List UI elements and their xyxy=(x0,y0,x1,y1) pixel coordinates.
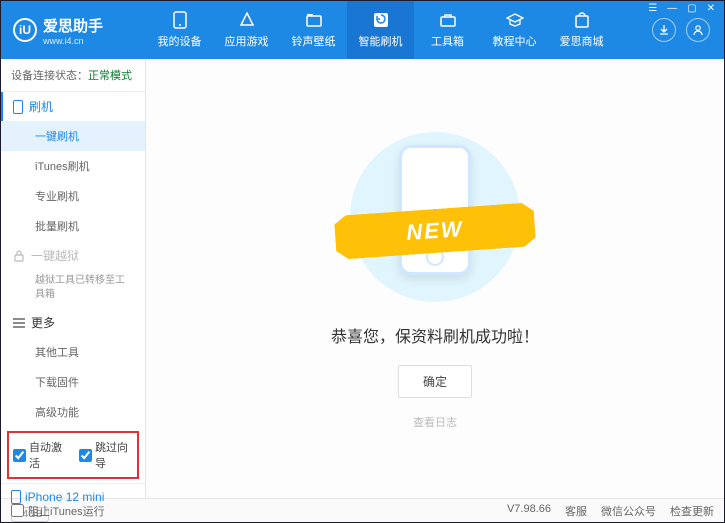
nav-store[interactable]: 爱思商城 xyxy=(548,1,615,59)
phone-icon xyxy=(171,11,189,29)
check-update-link[interactable]: 检查更新 xyxy=(670,503,714,519)
connection-status: 设备连接状态：正常模式 xyxy=(1,59,145,92)
app-title: 爱思助手 xyxy=(43,18,103,35)
nav-smart-flash[interactable]: 智能刷机 xyxy=(347,1,414,59)
checkbox-block-itunes[interactable]: 阻止iTunes运行 xyxy=(11,503,105,519)
wechat-link[interactable]: 微信公众号 xyxy=(601,503,656,519)
list-icon xyxy=(13,318,25,328)
logo-area: iU 爱思助手 www.i4.cn xyxy=(1,15,146,46)
nav-toolbox[interactable]: 工具箱 xyxy=(414,1,481,59)
toolbox-icon xyxy=(439,11,457,29)
success-illustration: NEW xyxy=(325,127,545,307)
sidebar-item-other-tools[interactable]: 其他工具 xyxy=(1,337,145,367)
titlebar: ☰ — ▢ ✕ iU 爱思助手 www.i4.cn 我的设备 应用游戏 铃声壁纸 xyxy=(1,1,724,59)
menu-icon[interactable]: ☰ xyxy=(645,3,660,14)
account-button[interactable] xyxy=(686,18,710,42)
sidebar-section-more[interactable]: 更多 xyxy=(1,308,145,337)
checkbox-auto-activate[interactable]: 自动激活 xyxy=(13,439,67,471)
sidebar-item-batch-flash[interactable]: 批量刷机 xyxy=(1,211,145,241)
body: 设备连接状态：正常模式 刷机 一键刷机 iTunes刷机 专业刷机 批量刷机 一… xyxy=(1,59,724,498)
checkbox-row: 自动激活 跳过向导 xyxy=(7,431,139,479)
nav-my-device[interactable]: 我的设备 xyxy=(146,1,213,59)
customer-service-link[interactable]: 客服 xyxy=(565,503,587,519)
nav-apps-games[interactable]: 应用游戏 xyxy=(213,1,280,59)
sidebar-item-download-firmware[interactable]: 下载固件 xyxy=(1,367,145,397)
appstore-icon xyxy=(238,11,256,29)
success-message: 恭喜您，保资料刷机成功啦！ xyxy=(331,323,539,347)
minimize-icon[interactable]: — xyxy=(664,3,680,14)
sidebar-item-pro-flash[interactable]: 专业刷机 xyxy=(1,181,145,211)
sidebar-section-flash[interactable]: 刷机 xyxy=(1,92,145,121)
sidebar-item-itunes-flash[interactable]: iTunes刷机 xyxy=(1,151,145,181)
download-button[interactable] xyxy=(652,18,676,42)
main-content: NEW 恭喜您，保资料刷机成功啦！ 确定 查看日志 xyxy=(146,59,724,498)
nav-ringtone-wallpaper[interactable]: 铃声壁纸 xyxy=(280,1,347,59)
bag-icon xyxy=(573,11,591,29)
titlebar-right xyxy=(652,18,724,42)
graduation-icon xyxy=(506,11,524,29)
app-url: www.i4.cn xyxy=(43,36,103,46)
confirm-button[interactable]: 确定 xyxy=(398,365,472,398)
sidebar-section-jailbreak: 一键越狱 xyxy=(1,241,145,270)
version-label: V7.98.66 xyxy=(507,503,551,519)
sidebar-item-advanced[interactable]: 高级功能 xyxy=(1,397,145,427)
nav-tutorials[interactable]: 教程中心 xyxy=(481,1,548,59)
app-window: ☰ — ▢ ✕ iU 爱思助手 www.i4.cn 我的设备 应用游戏 铃声壁纸 xyxy=(0,0,725,523)
lock-icon xyxy=(13,250,25,262)
top-nav: 我的设备 应用游戏 铃声壁纸 智能刷机 工具箱 教程中心 xyxy=(146,1,652,59)
phone-icon xyxy=(13,100,23,114)
refresh-icon xyxy=(372,11,390,29)
jailbreak-note: 越狱工具已转移至工具箱 xyxy=(1,270,145,308)
checkbox-skip-guide[interactable]: 跳过向导 xyxy=(79,439,133,471)
close-icon[interactable]: ✕ xyxy=(704,3,718,14)
maximize-icon[interactable]: ▢ xyxy=(684,3,699,14)
window-controls: ☰ — ▢ ✕ xyxy=(645,3,718,14)
logo-icon: iU xyxy=(13,18,37,42)
view-log-link[interactable]: 查看日志 xyxy=(413,414,457,430)
sidebar-item-oneclick-flash[interactable]: 一键刷机 xyxy=(1,121,145,151)
folder-icon xyxy=(305,11,323,29)
sidebar: 设备连接状态：正常模式 刷机 一键刷机 iTunes刷机 专业刷机 批量刷机 一… xyxy=(1,59,146,498)
